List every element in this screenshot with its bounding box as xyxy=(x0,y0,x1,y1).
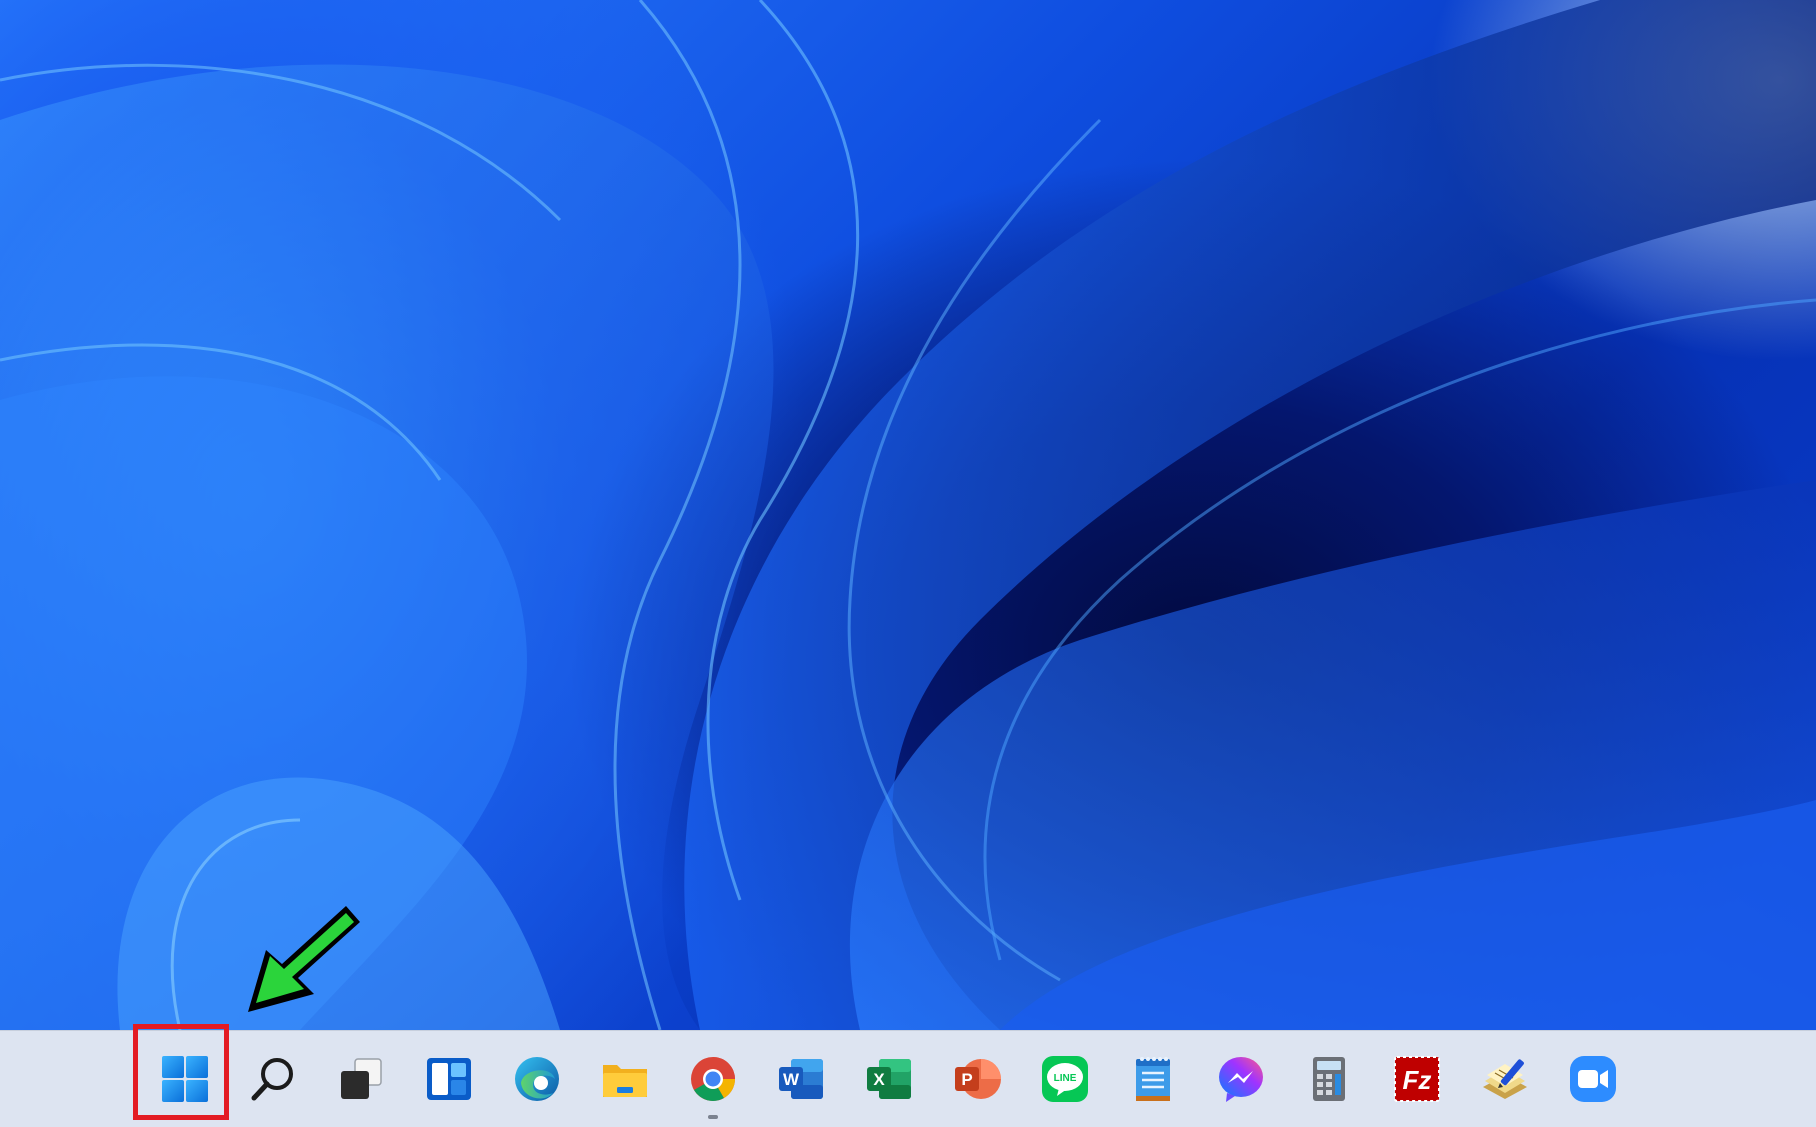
filezilla-button[interactable]: Fz xyxy=(1373,1031,1461,1127)
zoom-icon xyxy=(1570,1056,1616,1102)
edge-icon xyxy=(515,1057,559,1101)
task-view-button[interactable] xyxy=(317,1031,405,1127)
powerpoint-glyph: P xyxy=(961,1070,972,1089)
powerpoint-icon: P xyxy=(955,1059,1001,1099)
notepad-button[interactable] xyxy=(1109,1031,1197,1127)
notes-pen-button[interactable] xyxy=(1461,1031,1549,1127)
file-explorer-icon xyxy=(603,1065,647,1097)
word-icon: W xyxy=(779,1059,823,1099)
line-icon: LINE xyxy=(1042,1056,1088,1102)
running-indicator xyxy=(708,1115,718,1119)
pointer-arrow-icon xyxy=(248,906,360,1012)
word-button[interactable]: W xyxy=(757,1031,845,1127)
search-icon xyxy=(251,1058,293,1101)
widgets-button[interactable] xyxy=(405,1031,493,1127)
messenger-button[interactable] xyxy=(1197,1031,1285,1127)
edge-button[interactable] xyxy=(493,1031,581,1127)
task-view-icon xyxy=(341,1058,382,1099)
widgets-icon xyxy=(427,1058,471,1100)
notepad-icon xyxy=(1136,1057,1170,1101)
line-glyph: LINE xyxy=(1054,1073,1077,1084)
messenger-icon xyxy=(1219,1057,1263,1102)
zoom-button[interactable] xyxy=(1549,1031,1637,1127)
search-button[interactable] xyxy=(229,1031,317,1127)
taskbar: W X P LINE Fz xyxy=(0,1030,1816,1127)
filezilla-glyph: Fz xyxy=(1403,1065,1432,1095)
chrome-icon xyxy=(691,1057,735,1101)
start-button[interactable] xyxy=(141,1031,229,1127)
filezilla-icon: Fz xyxy=(1394,1056,1440,1102)
start-icon xyxy=(162,1056,208,1102)
wallpaper-ribbons xyxy=(0,0,1816,1030)
notes-pen-icon xyxy=(1483,1059,1527,1099)
desktop-wallpaper xyxy=(0,0,1816,1030)
calculator-icon xyxy=(1313,1057,1345,1101)
powerpoint-button[interactable]: P xyxy=(933,1031,1021,1127)
chrome-button[interactable] xyxy=(669,1031,757,1127)
line-button[interactable]: LINE xyxy=(1021,1031,1109,1127)
excel-icon: X xyxy=(867,1059,911,1099)
calculator-button[interactable] xyxy=(1285,1031,1373,1127)
file-explorer-button[interactable] xyxy=(581,1031,669,1127)
taskbar-icons: W X P LINE Fz xyxy=(141,1031,1637,1127)
excel-button[interactable]: X xyxy=(845,1031,933,1127)
word-glyph: W xyxy=(783,1070,800,1089)
excel-glyph: X xyxy=(873,1070,885,1089)
